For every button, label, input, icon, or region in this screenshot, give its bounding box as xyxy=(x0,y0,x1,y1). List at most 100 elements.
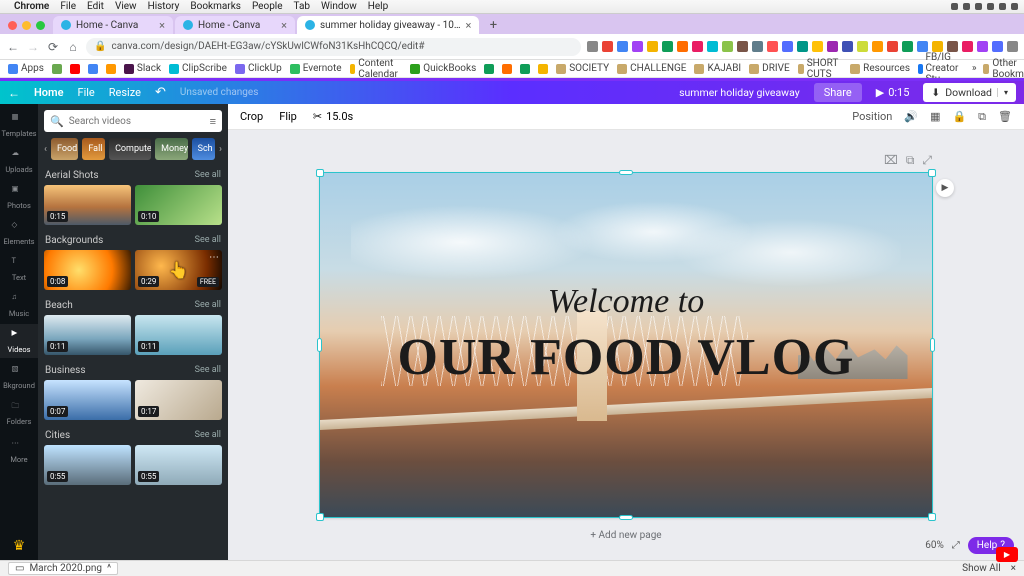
bm-sheet4[interactable] xyxy=(538,64,548,74)
copy-icon[interactable]: ⧉ xyxy=(906,153,915,168)
video-thumb[interactable]: 0:15 xyxy=(44,185,131,225)
resize-handle[interactable] xyxy=(930,338,935,352)
volume-icon[interactable]: 🔊 xyxy=(904,110,918,123)
close-icon[interactable]: × xyxy=(281,19,287,32)
resize-handle[interactable] xyxy=(316,513,324,521)
bm-other[interactable]: Other Bookmarks xyxy=(983,58,1024,80)
extension-icons[interactable] xyxy=(587,41,1018,52)
bm-slack[interactable]: Slack xyxy=(124,63,161,74)
rail-videos[interactable]: ▶Videos xyxy=(0,324,38,358)
bm-apps[interactable]: Apps xyxy=(8,63,44,74)
menu-file[interactable]: File xyxy=(60,1,76,12)
title-line2[interactable]: OUR FOOD VLOG xyxy=(320,328,932,387)
see-all-link[interactable]: See all xyxy=(195,300,221,311)
menu-bookmarks[interactable]: Bookmarks xyxy=(190,1,241,12)
lock-icon[interactable]: 🔒 xyxy=(952,110,966,123)
bm-mystery1[interactable] xyxy=(52,64,62,74)
bm-evernote[interactable]: Evernote xyxy=(290,63,342,74)
resize-handle[interactable] xyxy=(619,170,633,175)
bm-kajabi[interactable]: KAJABI xyxy=(694,63,741,74)
bm-clipscribe[interactable]: ClipScribe xyxy=(169,63,227,74)
video-thumb[interactable]: 0:55 xyxy=(44,445,131,485)
menu-history[interactable]: History xyxy=(148,1,180,12)
video-thumb[interactable]: ⋯ 👆 0:29 FREE xyxy=(135,250,222,290)
crop-button[interactable]: Crop xyxy=(240,110,263,123)
download-button[interactable]: ⬇Download▾ xyxy=(923,83,1016,102)
app-name[interactable]: Chrome xyxy=(14,1,49,12)
trash-icon[interactable]: 🗑 xyxy=(998,110,1012,123)
video-thumb[interactable]: 0:55 xyxy=(135,445,222,485)
file-menu[interactable]: File xyxy=(78,86,95,99)
position-button[interactable]: Position xyxy=(852,110,892,123)
see-all-link[interactable]: See all xyxy=(195,235,221,246)
browser-tab-3[interactable]: summer holiday giveaway - 10…× xyxy=(297,16,479,34)
forward-button[interactable]: → xyxy=(26,40,40,54)
resize-handle[interactable] xyxy=(928,513,936,521)
video-element[interactable]: Welcome to OUR FOOD VLOG xyxy=(320,173,932,517)
chip-food[interactable]: Food xyxy=(51,138,78,160)
bm-contentcal[interactable]: Content Calendar xyxy=(350,58,403,80)
bm-clickup[interactable]: ClickUp xyxy=(235,63,282,74)
resize-menu[interactable]: Resize xyxy=(109,86,141,99)
document-title[interactable]: summer holiday giveaway xyxy=(679,86,800,99)
bm-quickbooks[interactable]: QuickBooks xyxy=(410,63,476,74)
flip-button[interactable]: Flip xyxy=(279,110,297,123)
resize-handle[interactable] xyxy=(317,338,322,352)
browser-tab-1[interactable]: Home - Canva× xyxy=(53,16,173,34)
comment-icon[interactable]: ⌧ xyxy=(884,153,898,168)
back-button[interactable]: ← xyxy=(6,40,20,54)
bm-mystery2[interactable] xyxy=(70,64,80,74)
address-bar[interactable]: 🔒 canva.com/design/DAEHt-EG3aw/cYSkUwlCW… xyxy=(86,38,581,56)
duplicate-icon[interactable]: ⧉ xyxy=(978,110,986,124)
canvas-page[interactable]: ⌧ ⧉ ⤢ Welcome to OUR FOOD VLOG xyxy=(320,173,932,517)
home-button[interactable]: ⌂ xyxy=(66,40,80,54)
undo-icon[interactable]: ↶ xyxy=(155,85,166,100)
close-icon[interactable]: × xyxy=(1011,563,1016,574)
video-thumb[interactable]: 0:10 xyxy=(135,185,222,225)
rail-photos[interactable]: ▣Photos xyxy=(0,180,38,214)
home-link[interactable]: Home xyxy=(34,86,64,99)
thumb-menu-icon[interactable]: ⋯ xyxy=(209,252,219,263)
stage-wrapper[interactable]: ⌧ ⧉ ⤢ Welcome to OUR FOOD VLOG xyxy=(228,130,1024,560)
video-thumb[interactable]: 0:11 xyxy=(44,315,131,355)
bm-sheet2[interactable] xyxy=(502,64,512,74)
bm-sheet3[interactable] xyxy=(520,64,530,74)
reload-button[interactable]: ⟳ xyxy=(46,40,60,54)
bm-mystery4[interactable] xyxy=(106,64,116,74)
rail-uploads[interactable]: ☁Uploads xyxy=(0,144,38,178)
fullscreen-icon[interactable]: ⤢ xyxy=(952,540,960,551)
filter-icon[interactable]: ≡ xyxy=(210,115,216,128)
chevron-down-icon[interactable]: ▾ xyxy=(997,88,1008,97)
see-all-link[interactable]: See all xyxy=(195,170,221,181)
menu-help[interactable]: Help xyxy=(368,1,388,12)
rail-music[interactable]: ♫Music xyxy=(0,288,38,322)
chip-next[interactable]: › xyxy=(219,144,222,155)
back-icon[interactable]: ← xyxy=(8,86,20,100)
bm-society[interactable]: SOCIETY xyxy=(556,63,609,74)
rail-more[interactable]: ⋯More xyxy=(0,434,38,468)
add-page-button[interactable]: + Add new page xyxy=(590,530,661,541)
rail-background[interactable]: ▧Bkground xyxy=(0,360,38,394)
see-all-link[interactable]: See all xyxy=(195,430,221,441)
browser-tab-2[interactable]: Home - Canva× xyxy=(175,16,295,34)
resize-handle[interactable] xyxy=(316,169,324,177)
share-button[interactable]: Share xyxy=(814,83,862,102)
bm-overflow[interactable]: » xyxy=(972,63,977,74)
bm-shortcuts[interactable]: SHORT CUTS xyxy=(798,58,843,80)
window-controls[interactable] xyxy=(8,21,45,30)
zoom-percent[interactable]: 60% xyxy=(925,540,944,551)
duration-control[interactable]: ✂15.0s xyxy=(313,110,353,123)
crown-icon[interactable]: ♛ xyxy=(13,538,26,554)
chevron-up-icon[interactable]: ^ xyxy=(107,563,111,574)
search-box[interactable]: 🔍 ≡ xyxy=(44,110,222,132)
page-play-button[interactable]: ▶ xyxy=(936,179,954,197)
title-line1[interactable]: Welcome to xyxy=(320,283,932,321)
close-icon[interactable]: × xyxy=(159,19,165,32)
menu-window[interactable]: Window xyxy=(321,1,357,12)
rail-elements[interactable]: ◇Elements xyxy=(0,216,38,250)
menu-view[interactable]: View xyxy=(115,1,137,12)
see-all-link[interactable]: See all xyxy=(195,365,221,376)
rail-templates[interactable]: ▦Templates xyxy=(0,108,38,142)
bm-mystery3[interactable] xyxy=(88,64,98,74)
show-all-downloads[interactable]: Show All xyxy=(962,563,1001,574)
